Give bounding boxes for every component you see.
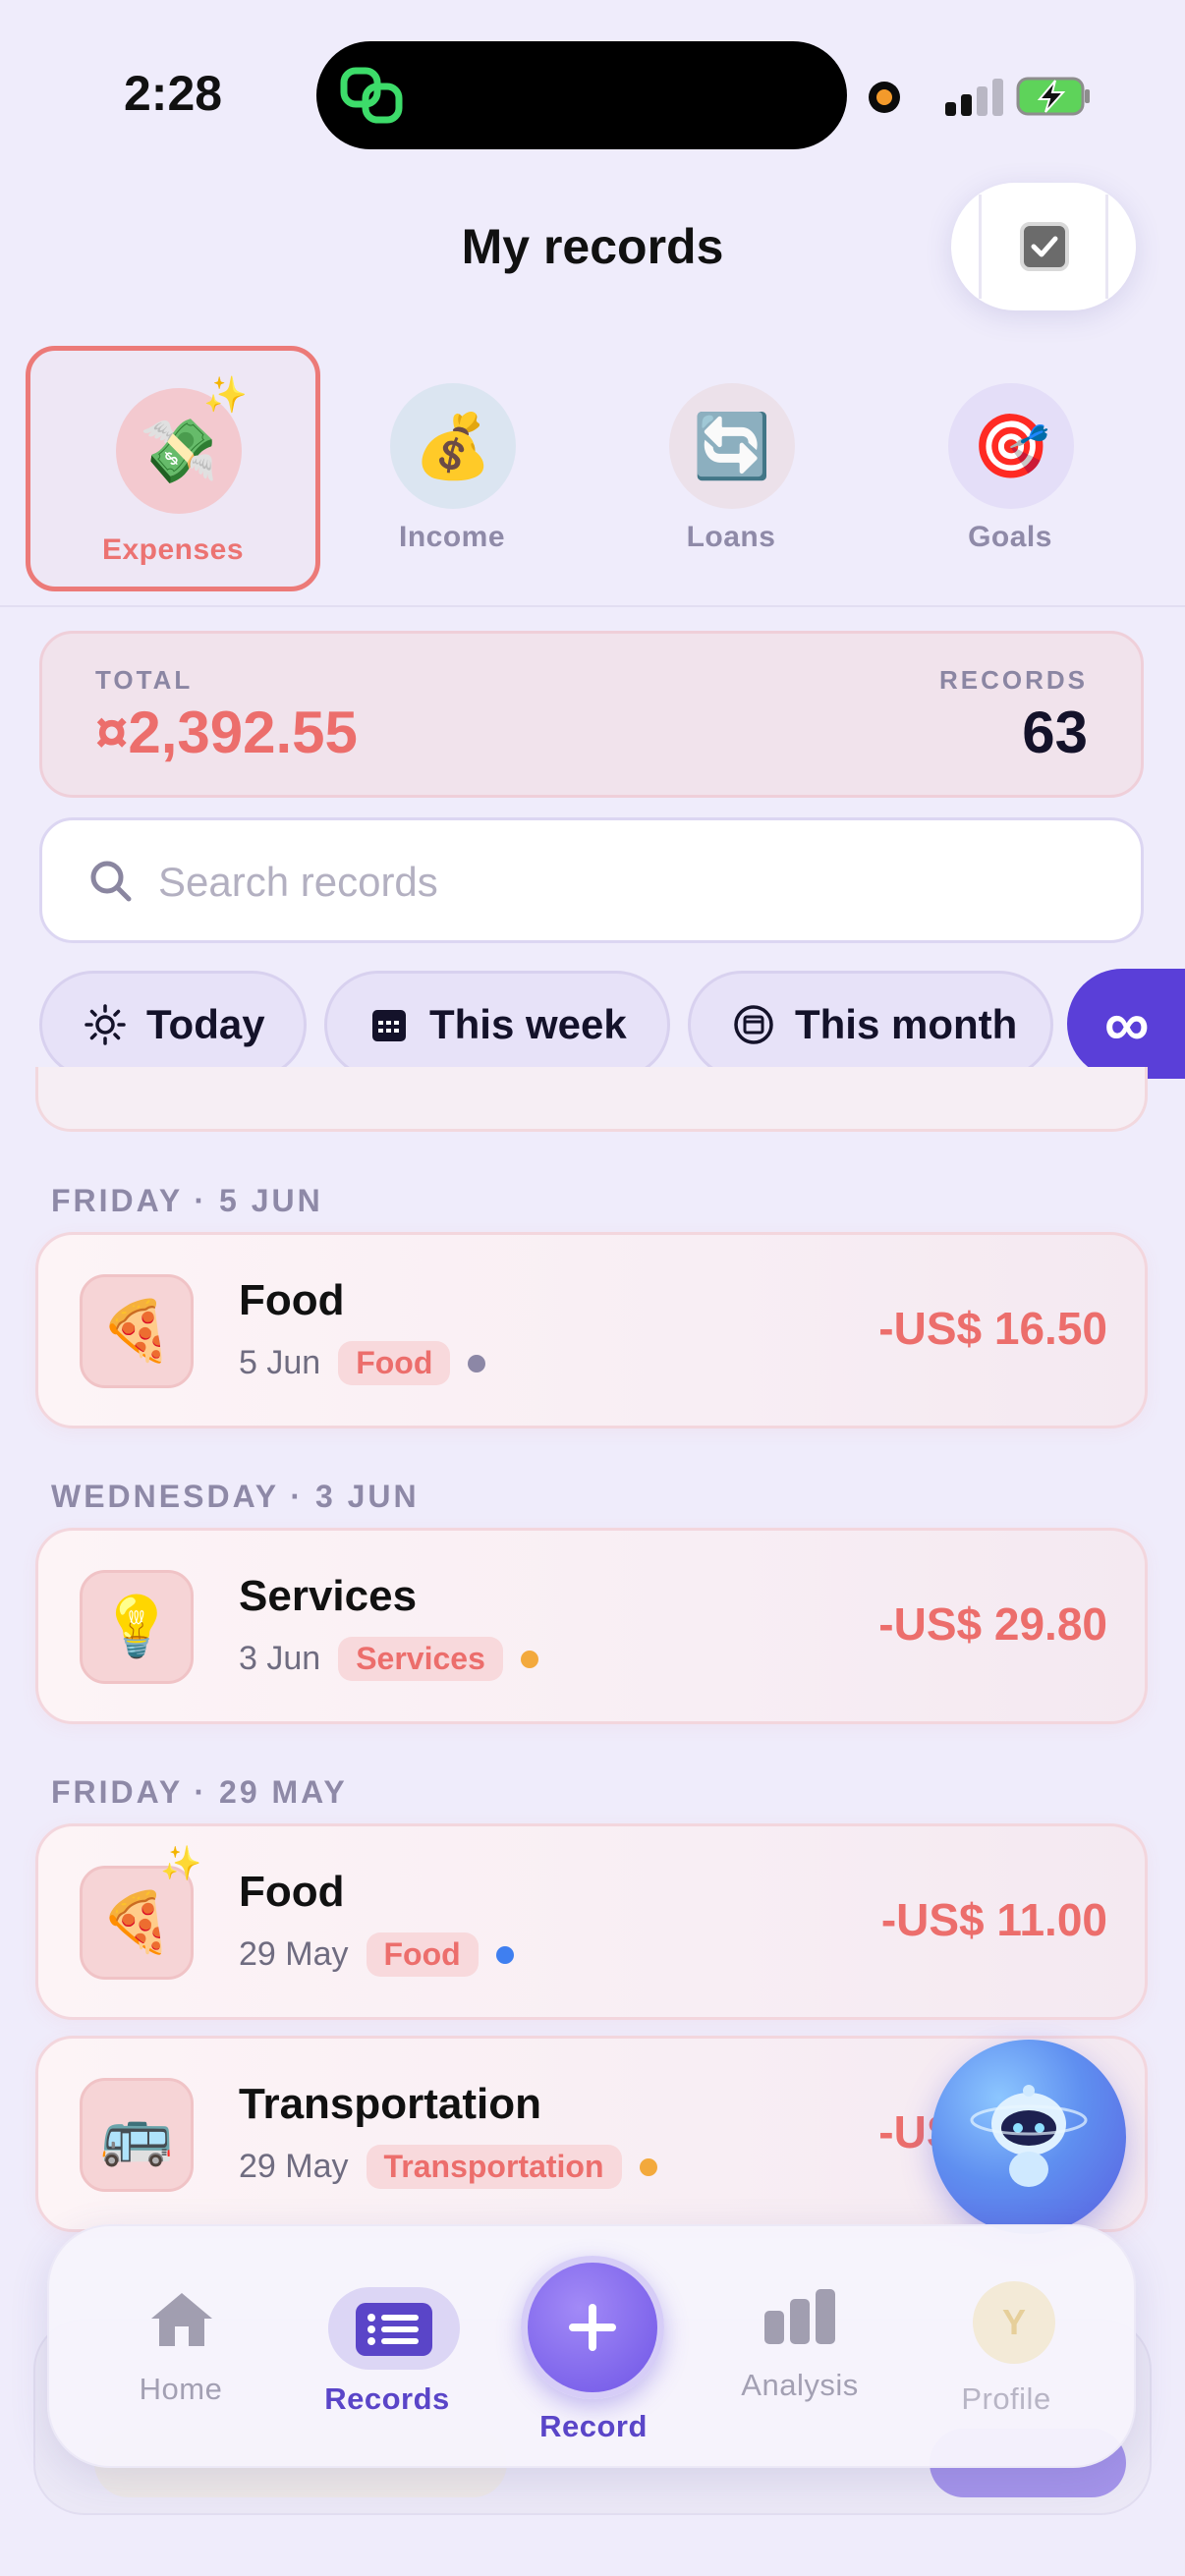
record-title: Food xyxy=(239,1868,345,1916)
status-time: 2:28 xyxy=(124,66,223,121)
privacy-indicator-icon xyxy=(869,82,900,113)
filter-this-month[interactable]: This month xyxy=(688,971,1053,1079)
checkbox-icon xyxy=(1020,222,1069,271)
tab-income-label: Income xyxy=(398,521,506,553)
record-tag: Food xyxy=(366,1932,479,1977)
home-icon xyxy=(151,2293,212,2346)
record-card[interactable]: 🍕 Food 5 Jun Food -US$ 16.50 xyxy=(35,1232,1148,1428)
target-icon: 🎯 xyxy=(948,383,1074,509)
filter-today[interactable]: Today xyxy=(39,971,307,1079)
calendar-month-icon xyxy=(734,1005,773,1044)
record-date: 29 May xyxy=(239,2148,349,2185)
record-tag: Food xyxy=(338,1341,451,1385)
record-amount: -US$ 16.50 xyxy=(878,1303,1107,1354)
battery-charging-icon xyxy=(1016,75,1093,118)
light-bulb-icon: 💡 xyxy=(80,1570,194,1684)
tab-expenses[interactable]: 💸 ✨ Expenses xyxy=(26,346,320,591)
nav-analysis[interactable]: Analysis xyxy=(702,2226,898,2470)
nav-record-label: Record xyxy=(539,2409,648,2443)
tab-goals[interactable]: 🎯 Goals xyxy=(863,346,1157,591)
filter-this-week[interactable]: This week xyxy=(324,971,670,1079)
record-card[interactable]: 🍕 ✨ Food 29 May Food -US$ 11.00 xyxy=(35,1823,1148,2020)
day-header: FRIDAY · 5 JUN xyxy=(51,1183,323,1218)
record-title: Transportation xyxy=(239,2080,542,2128)
bus-icon: 🚌 xyxy=(80,2078,194,2192)
filter-all-time[interactable]: ∞ xyxy=(1067,969,1185,1079)
status-dot xyxy=(495,1945,514,1964)
nav-profile-label: Profile xyxy=(961,2381,1051,2416)
nav-home[interactable]: Home xyxy=(83,2226,279,2470)
status-dot xyxy=(468,1354,486,1372)
nav-analysis-label: Analysis xyxy=(741,2368,859,2402)
total-value: ¤2,392.55 xyxy=(95,700,358,765)
search-bar[interactable] xyxy=(39,817,1144,943)
records-label: RECORDS xyxy=(938,665,1088,695)
day-header: FRIDAY · 29 MAY xyxy=(51,1774,348,1810)
linked-rings-icon xyxy=(338,63,407,128)
list-icon xyxy=(356,2303,432,2356)
calendar-icon xyxy=(372,1010,406,1041)
search-icon xyxy=(90,861,132,902)
total-label: TOTAL xyxy=(95,665,194,695)
divider xyxy=(0,605,1185,607)
record-title: Food xyxy=(239,1276,345,1324)
tab-loans[interactable]: 🔄 Loans xyxy=(584,346,878,591)
nav-records-label: Records xyxy=(324,2381,450,2416)
signal-icon xyxy=(945,79,1004,116)
record-date: 29 May xyxy=(239,1935,349,1973)
tab-goals-label: Goals xyxy=(968,521,1052,553)
nav-profile[interactable]: Y Profile xyxy=(908,2226,1104,2470)
search-input[interactable] xyxy=(158,848,1101,917)
tab-income[interactable]: 💰 Income xyxy=(305,346,599,591)
bottom-nav: Home Records Record Analysis Y Profile xyxy=(47,2224,1136,2468)
filter-today-label: Today xyxy=(146,1001,265,1047)
assistant-button[interactable] xyxy=(931,2040,1126,2234)
day-header: WEDNESDAY · 3 JUN xyxy=(51,1479,420,1514)
filter-this-week-label: This week xyxy=(429,1001,627,1047)
record-title: Services xyxy=(239,1572,418,1620)
record-card[interactable]: 💡 Services 3 Jun Services -US$ 29.80 xyxy=(35,1528,1148,1724)
record-amount: -US$ 29.80 xyxy=(878,1598,1107,1650)
filter-this-month-label: This month xyxy=(795,1001,1018,1047)
record-date: 5 Jun xyxy=(239,1344,321,1381)
nav-records[interactable]: Records xyxy=(289,2226,485,2470)
select-mode-button[interactable] xyxy=(951,183,1136,310)
record-tag: Transportation xyxy=(366,2145,622,2189)
nav-record[interactable]: Record xyxy=(495,2226,692,2470)
record-amount: -US$ 11.00 xyxy=(880,1894,1107,1945)
nav-home-label: Home xyxy=(139,2372,223,2406)
pizza-icon: 🍕 xyxy=(80,1274,194,1388)
summary-card: TOTAL ¤2,392.55 RECORDS 63 xyxy=(39,631,1144,798)
record-tag: Services xyxy=(338,1637,503,1681)
list-item-partial[interactable] xyxy=(35,1067,1148,1132)
bar-chart-icon xyxy=(764,2289,835,2344)
record-date: 3 Jun xyxy=(239,1640,321,1677)
status-dot xyxy=(639,2157,657,2176)
sparkle-icon: ✨ xyxy=(203,374,248,415)
robot-icon xyxy=(970,2085,1088,2187)
sun-icon xyxy=(85,1004,126,1045)
avatar: Y xyxy=(973,2281,1055,2364)
tab-expenses-label: Expenses xyxy=(101,533,245,566)
money-bag-icon: 💰 xyxy=(390,383,516,509)
cycle-arrows-icon: 🔄 xyxy=(669,383,795,509)
records-count: 63 xyxy=(1022,700,1088,765)
sparkle-icon: ✨ xyxy=(160,1845,202,1882)
status-dot xyxy=(520,1650,538,1668)
tab-loans-label: Loans xyxy=(686,521,776,553)
